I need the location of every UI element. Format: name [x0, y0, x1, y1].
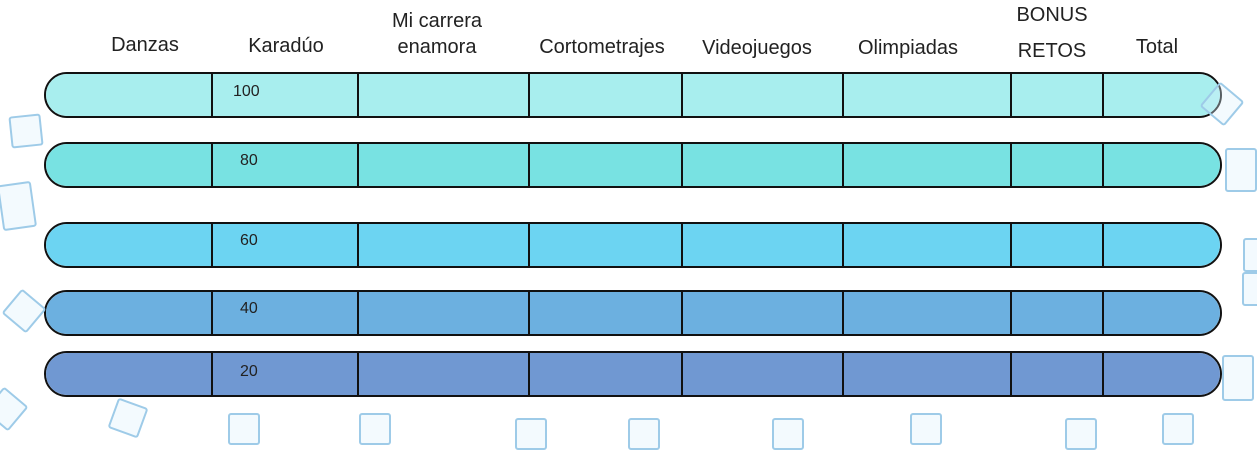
column-divider — [357, 144, 359, 186]
row-label: 100 — [233, 83, 260, 100]
header-mi-carrera-line2: enamora — [397, 36, 477, 58]
row-fill — [46, 224, 1220, 266]
cube-icon — [107, 397, 149, 439]
cube-icon — [1222, 355, 1254, 401]
column-divider — [681, 224, 683, 266]
column-divider — [681, 74, 683, 116]
cube-icon — [1243, 238, 1257, 272]
column-divider — [842, 353, 844, 395]
header-danzas: Danzas — [111, 32, 179, 58]
cube-icon — [772, 418, 804, 450]
header-danzas-text: Danzas — [111, 34, 179, 56]
header-mi-carrera-line1: Mi carrera — [391, 10, 483, 32]
header-videojuegos-text: Videojuegos — [702, 37, 812, 59]
header-total-text: Total — [1135, 36, 1179, 58]
cube-icon — [515, 418, 547, 450]
score-row-40: 40 — [44, 290, 1222, 336]
column-divider — [1010, 144, 1012, 186]
column-divider — [211, 353, 213, 395]
column-divider — [528, 353, 530, 395]
column-divider — [357, 292, 359, 334]
cube-icon — [1, 288, 47, 334]
column-divider — [681, 292, 683, 334]
header-bonus-retos: BONUS RETOS — [1016, 2, 1087, 64]
column-divider — [357, 74, 359, 116]
column-divider — [528, 74, 530, 116]
column-divider — [1102, 353, 1104, 395]
column-divider — [357, 353, 359, 395]
row-fill — [46, 292, 1220, 334]
header-bonus-line2: RETOS — [1017, 40, 1087, 62]
cube-icon — [359, 413, 391, 445]
column-divider — [842, 224, 844, 266]
cube-icon — [1225, 148, 1257, 192]
header-bonus-line1: BONUS — [1016, 4, 1088, 26]
column-divider — [528, 292, 530, 334]
header-cortometrajes: Cortometrajes — [539, 34, 665, 60]
column-divider — [1010, 292, 1012, 334]
column-divider — [1010, 224, 1012, 266]
cube-icon — [0, 386, 29, 432]
column-divider — [681, 353, 683, 395]
column-divider — [842, 292, 844, 334]
cube-icon — [1242, 272, 1257, 306]
row-label: 80 — [240, 152, 258, 169]
column-divider — [528, 224, 530, 266]
column-divider — [1102, 292, 1104, 334]
header-cortometrajes-text: Cortometrajes — [539, 36, 665, 58]
cube-icon — [1162, 413, 1194, 445]
header-mi-carrera: Mi carrera enamora — [392, 8, 482, 60]
score-row-80: 80 — [44, 142, 1222, 188]
column-divider — [1010, 353, 1012, 395]
cube-icon — [628, 418, 660, 450]
column-divider — [211, 144, 213, 186]
cube-icon — [8, 113, 44, 149]
header-olimpiadas: Olimpiadas — [858, 35, 958, 61]
row-fill — [46, 74, 1220, 116]
cube-icon — [910, 413, 942, 445]
cube-icon — [228, 413, 260, 445]
score-row-100: 100 — [44, 72, 1222, 118]
header-olimpiadas-text: Olimpiadas — [857, 37, 959, 59]
row-label: 20 — [240, 363, 258, 380]
header-total: Total — [1136, 34, 1178, 60]
column-divider — [681, 144, 683, 186]
row-label: 40 — [240, 300, 258, 317]
row-fill — [46, 144, 1220, 186]
column-divider — [357, 224, 359, 266]
row-label: 60 — [240, 232, 258, 249]
column-divider — [211, 292, 213, 334]
row-fill — [46, 353, 1220, 395]
header-videojuegos: Videojuegos — [702, 35, 812, 61]
column-divider — [1102, 144, 1104, 186]
header-karaduo: Karadúo — [248, 33, 324, 59]
header-karaduo-text: Karadúo — [248, 35, 324, 57]
column-divider — [1102, 74, 1104, 116]
column-divider — [1102, 224, 1104, 266]
score-row-60: 60 — [44, 222, 1222, 268]
score-row-20: 20 — [44, 351, 1222, 397]
column-divider — [528, 144, 530, 186]
column-divider — [842, 74, 844, 116]
cube-icon — [0, 180, 38, 232]
column-divider — [211, 74, 213, 116]
column-divider — [842, 144, 844, 186]
column-divider — [211, 224, 213, 266]
cube-icon — [1065, 418, 1097, 450]
column-divider — [1010, 74, 1012, 116]
